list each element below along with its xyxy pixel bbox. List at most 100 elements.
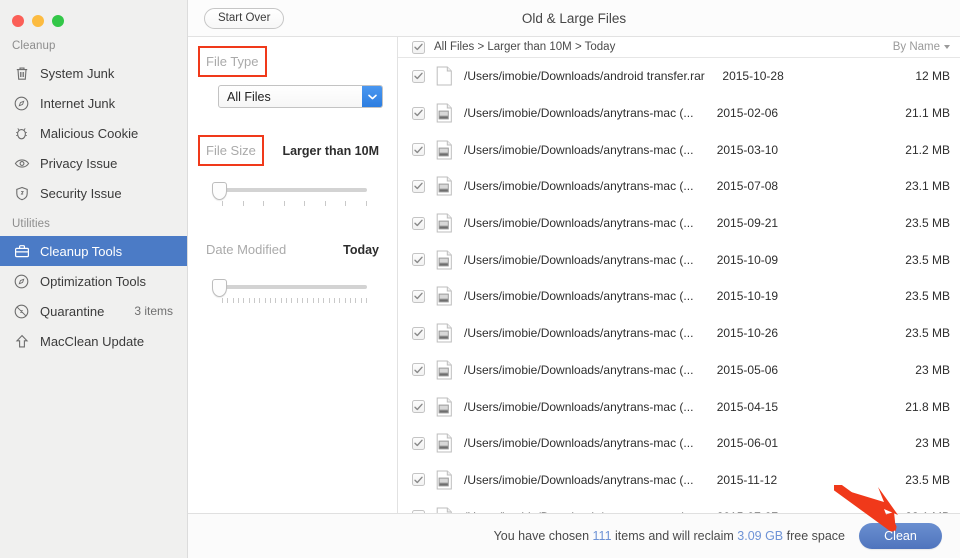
table-row[interactable]: /Users/imobie/Downloads/anytrans-mac (..… xyxy=(398,425,960,462)
table-row[interactable]: /Users/imobie/Downloads/anytrans-mac (..… xyxy=(398,388,960,425)
archive-document-icon xyxy=(436,397,453,417)
sidebar-item-security-issue[interactable]: Security Issue xyxy=(0,178,187,208)
file-date: 2015-07-08 xyxy=(716,179,779,194)
file-path: /Users/imobie/Downloads/anytrans-mac (..… xyxy=(464,436,694,451)
file-type-select[interactable]: All Files xyxy=(218,85,383,108)
file-path: /Users/imobie/Downloads/anytrans-mac (..… xyxy=(464,289,694,304)
file-path: /Users/imobie/Downloads/android transfer… xyxy=(464,69,705,84)
sort-dropdown[interactable]: By Name xyxy=(893,41,950,53)
close-button[interactable] xyxy=(12,14,24,27)
row-checkbox[interactable] xyxy=(412,289,425,303)
file-path: /Users/imobie/Downloads/anytrans-mac (..… xyxy=(464,142,694,157)
date-modified-slider[interactable] xyxy=(212,279,367,305)
file-size: 23.5 MB xyxy=(905,472,950,487)
sidebar: Cleanup System Junk Internet Junk Malici… xyxy=(0,0,188,558)
file-size: 23.1 MB xyxy=(905,179,950,194)
gauge-icon xyxy=(12,272,31,291)
file-list-header: All Files > Larger than 10M > Today By N… xyxy=(398,37,960,58)
status-bar: You have chosen 111 items and will recla… xyxy=(188,513,960,558)
chevron-down-icon[interactable] xyxy=(362,86,382,107)
table-row[interactable]: /Users/imobie/Downloads/android transfer… xyxy=(398,58,960,95)
row-checkbox[interactable] xyxy=(412,473,425,487)
row-checkbox[interactable] xyxy=(412,253,425,267)
row-checkbox[interactable] xyxy=(412,143,425,157)
row-checkbox[interactable] xyxy=(412,400,425,414)
row-checkbox[interactable] xyxy=(412,216,425,230)
minimize-button[interactable] xyxy=(32,14,44,27)
slider-knob[interactable] xyxy=(212,279,227,297)
sidebar-item-internet-junk[interactable]: Internet Junk xyxy=(0,88,187,118)
table-row[interactable]: /Users/imobie/Downloads/anytrans-mac (..… xyxy=(398,352,960,389)
table-row[interactable]: /Users/imobie/Downloads/anytrans-mac (..… xyxy=(398,205,960,242)
clean-button[interactable]: Clean xyxy=(859,523,942,549)
file-list: All Files > Larger than 10M > Today By N… xyxy=(398,37,960,558)
archive-document-icon xyxy=(436,103,453,123)
file-size: 21.2 MB xyxy=(905,142,950,157)
row-checkbox[interactable] xyxy=(412,326,425,340)
file-type-selected-value: All Files xyxy=(218,85,383,108)
table-row[interactable]: /Users/imobie/Downloads/anytrans-mac (..… xyxy=(398,462,960,499)
sidebar-item-label: Cleanup Tools xyxy=(40,243,123,259)
sidebar-item-system-junk[interactable]: System Junk xyxy=(0,58,187,88)
sidebar-item-label: Security Issue xyxy=(40,185,122,201)
file-date: 2015-06-01 xyxy=(716,436,779,451)
file-size: 23.5 MB xyxy=(905,289,950,304)
eye-icon xyxy=(12,154,31,173)
row-checkbox[interactable] xyxy=(412,179,425,193)
slider-knob[interactable] xyxy=(212,182,227,200)
table-row[interactable]: /Users/imobie/Downloads/anytrans-mac (..… xyxy=(398,168,960,205)
file-path: /Users/imobie/Downloads/anytrans-mac (..… xyxy=(464,106,694,121)
file-path: /Users/imobie/Downloads/anytrans-mac (..… xyxy=(464,362,694,377)
table-row[interactable]: /Users/imobie/Downloads/anytrans-mac (..… xyxy=(398,241,960,278)
file-date: 2015-04-15 xyxy=(716,399,779,414)
slider-track[interactable] xyxy=(220,188,367,192)
start-over-button[interactable]: Start Over xyxy=(204,7,285,29)
table-row[interactable]: /Users/imobie/Downloads/anytrans-mac (..… xyxy=(398,278,960,315)
table-row[interactable]: /Users/imobie/Downloads/anytrans-mac (..… xyxy=(398,95,960,132)
zoom-button[interactable] xyxy=(52,14,64,27)
row-checkbox[interactable] xyxy=(412,106,425,120)
file-date: 2015-10-26 xyxy=(716,326,779,341)
file-date: 2015-11-12 xyxy=(716,472,778,487)
file-size-row: File Size Larger than 10M xyxy=(198,135,379,166)
archive-document-icon xyxy=(436,470,453,490)
summary-middle: items and will reclaim xyxy=(611,529,738,543)
shield-icon xyxy=(12,184,31,203)
file-date: 2015-05-06 xyxy=(716,362,779,377)
file-size-value: Larger than 10M xyxy=(282,144,379,158)
main-area: Start Over Old & Large Files File Type A… xyxy=(188,0,960,558)
date-modified-value: Today xyxy=(343,242,379,257)
sidebar-item-cleanup-tools[interactable]: Cleanup Tools xyxy=(0,236,187,266)
slider-track[interactable] xyxy=(220,285,367,289)
sidebar-item-label: Quarantine xyxy=(40,303,105,319)
file-path: /Users/imobie/Downloads/anytrans-mac (..… xyxy=(464,326,694,341)
table-row[interactable]: /Users/imobie/Downloads/anytrans-mac (..… xyxy=(398,315,960,352)
file-date: 2015-10-19 xyxy=(716,289,779,304)
archive-document-icon xyxy=(436,250,453,270)
file-size: 12 MB xyxy=(915,69,950,84)
toolbox-icon xyxy=(12,242,31,261)
breadcrumb: All Files > Larger than 10M > Today xyxy=(434,41,616,53)
file-size: 23 MB xyxy=(915,362,950,377)
file-date: 2015-02-06 xyxy=(716,106,779,121)
select-all-checkbox[interactable] xyxy=(412,40,425,54)
selected-item-count: 111 xyxy=(592,529,612,543)
sidebar-section-cleanup-label: Cleanup xyxy=(12,40,56,52)
file-size-slider[interactable] xyxy=(212,182,367,208)
sidebar-item-malicious-cookie[interactable]: Malicious Cookie xyxy=(0,118,187,148)
file-date: 2015-10-09 xyxy=(716,252,779,267)
file-size: 21.8 MB xyxy=(905,399,950,414)
row-checkbox[interactable] xyxy=(412,363,425,377)
file-path: /Users/imobie/Downloads/anytrans-mac (..… xyxy=(464,252,694,267)
quarantine-badge: 3 items xyxy=(134,304,173,318)
file-path: /Users/imobie/Downloads/anytrans-mac (..… xyxy=(464,472,694,487)
row-checkbox[interactable] xyxy=(412,69,425,83)
sidebar-item-optimization-tools[interactable]: Optimization Tools xyxy=(0,266,187,296)
table-row[interactable]: /Users/imobie/Downloads/anytrans-mac (..… xyxy=(398,131,960,168)
row-checkbox[interactable] xyxy=(412,436,425,450)
sidebar-section-utilities-label: Utilities xyxy=(12,218,50,230)
sidebar-item-macclean-update[interactable]: MacClean Update xyxy=(0,326,187,356)
sidebar-item-privacy-issue[interactable]: Privacy Issue xyxy=(0,148,187,178)
sidebar-item-quarantine[interactable]: Quarantine 3 items xyxy=(0,296,187,326)
date-modified-row: Date Modified Today xyxy=(206,242,379,257)
